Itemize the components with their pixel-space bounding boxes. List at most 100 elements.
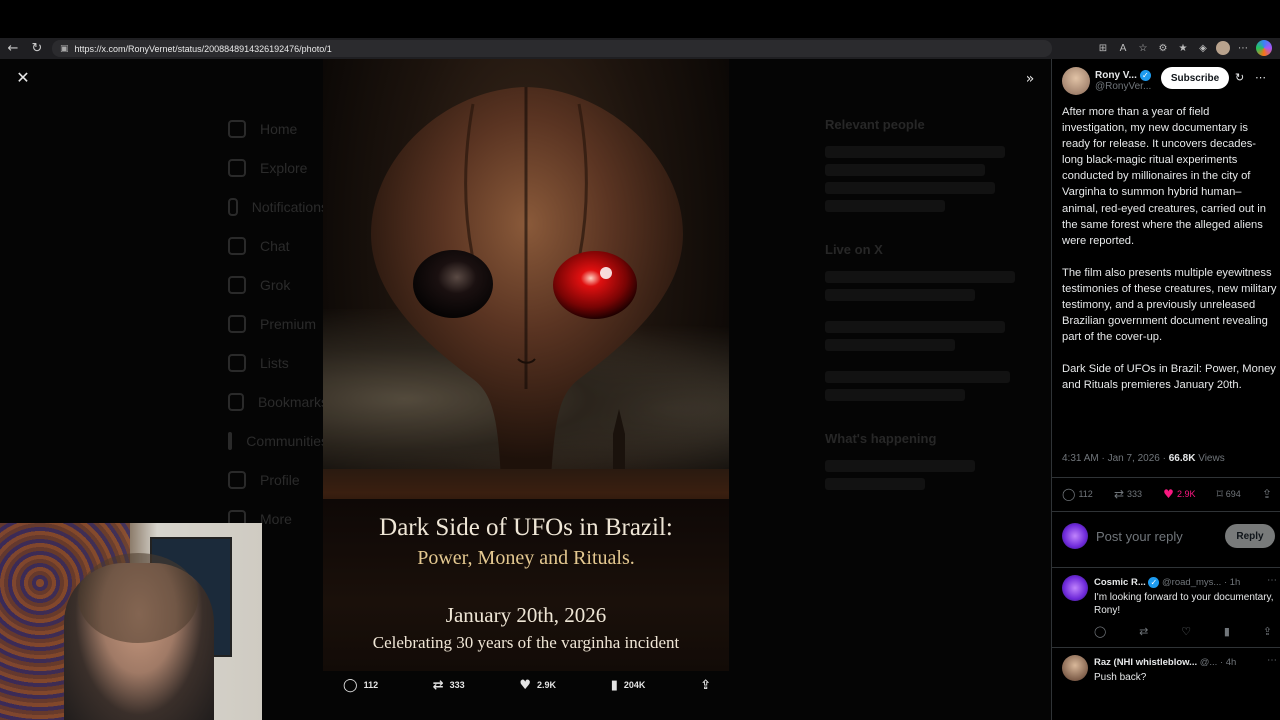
browser-top-black-bar bbox=[0, 0, 1280, 38]
poster-title: Dark Side of UFOs in Brazil: bbox=[379, 514, 673, 541]
ghost-line bbox=[825, 164, 985, 176]
share-button[interactable]: ⇪ bbox=[1262, 487, 1272, 501]
app-available-icon[interactable]: ⊞ bbox=[1096, 39, 1110, 57]
viewer-reply-button[interactable]: ◯ 112 bbox=[343, 678, 378, 693]
post-paragraph: Dark Side of UFOs in Brazil: Power, Mone… bbox=[1062, 363, 1276, 392]
ghost-line bbox=[825, 460, 975, 472]
heart-icon: ♥ bbox=[519, 677, 532, 693]
repost-icon[interactable]: ⇄ bbox=[1139, 625, 1148, 638]
viewer-like-count: 2.9K bbox=[537, 680, 557, 690]
verified-badge-icon: ✓ bbox=[1139, 70, 1151, 81]
divider bbox=[1052, 647, 1280, 648]
poster-image[interactable]: Dark Side of UFOs in Brazil: Power, Mone… bbox=[323, 59, 729, 671]
read-aloud-icon[interactable]: A bbox=[1116, 39, 1130, 57]
site-info-icon[interactable]: ▣ bbox=[60, 44, 69, 54]
post-timestamp[interactable]: 4:31 AM · Jan 7, 2026 · bbox=[1062, 453, 1169, 464]
reply-avatar[interactable] bbox=[1062, 655, 1088, 681]
bar-chart-icon[interactable]: ▮ bbox=[1224, 625, 1230, 638]
favorites-icon[interactable]: ★ bbox=[1176, 39, 1190, 57]
post-stats-bar: ◯ 112 ⇄ 333 ♥ 2.9K ⌑ 694 ⇪ bbox=[1062, 487, 1272, 501]
reply-button[interactable]: ◯ 112 bbox=[1062, 487, 1093, 501]
ghost-nav-item: Grok bbox=[228, 265, 328, 304]
reply-submit-button[interactable]: Reply bbox=[1225, 524, 1275, 548]
dimmed-sidebar-nav: Home Explore Notifications Chat Grok Pre… bbox=[228, 109, 328, 538]
reply-avatar[interactable] bbox=[1062, 575, 1088, 601]
reply-time[interactable]: · 4h bbox=[1217, 657, 1236, 668]
url-field[interactable]: ▣ https://x.com/RonyVernet/status/200884… bbox=[52, 40, 1052, 57]
reply-more-icon[interactable]: ⋯ bbox=[1267, 655, 1277, 666]
ghost-nav-label: Lists bbox=[260, 354, 289, 371]
heart-icon[interactable]: ♡ bbox=[1181, 625, 1191, 638]
url-text: https://x.com/RonyVernet/status/20088489… bbox=[74, 43, 332, 54]
post-meta: 4:31 AM · Jan 7, 2026 · 66.8K Views bbox=[1062, 453, 1225, 464]
subscribe-button[interactable]: Subscribe bbox=[1161, 67, 1229, 89]
copilot-icon[interactable] bbox=[1256, 40, 1272, 56]
ghost-nav-item: Communities bbox=[228, 421, 328, 460]
more-options-icon[interactable]: ⋯ bbox=[1255, 71, 1266, 84]
poster-subtitle: Power, Money and Rituals. bbox=[417, 547, 635, 569]
ghost-line bbox=[825, 389, 965, 401]
reply-header: Cosmic R... ✓ @road_mys... · 1h bbox=[1094, 577, 1274, 588]
bookmark-button[interactable]: ⌑ 694 bbox=[1217, 487, 1241, 501]
grok-explain-icon[interactable]: ↻ bbox=[1235, 71, 1244, 84]
reply-item[interactable]: Cosmic R... ✓ @road_mys... · 1h ⋯ I'm lo… bbox=[1062, 575, 1277, 647]
post-paragraph: After more than a year of field investig… bbox=[1062, 106, 1266, 247]
back-arrow-icon[interactable]: ← bbox=[3, 38, 23, 58]
viewer-share-button[interactable]: ⇪ bbox=[700, 678, 711, 693]
post-views-count: 66.8K bbox=[1168, 453, 1196, 464]
like-button[interactable]: ♥ 2.9K bbox=[1163, 487, 1195, 501]
reply-author-name[interactable]: Cosmic R... bbox=[1094, 577, 1146, 588]
author-block[interactable]: Rony V... ✓ @RonyVer... bbox=[1062, 67, 1151, 95]
reply-composer: Post your reply Reply bbox=[1062, 521, 1277, 551]
reply-input[interactable]: Post your reply bbox=[1096, 529, 1183, 544]
author-handle[interactable]: @RonyVer... bbox=[1095, 81, 1151, 92]
reply-icon[interactable]: ◯ bbox=[1094, 625, 1106, 638]
close-icon[interactable]: ✕ bbox=[14, 69, 32, 87]
reply-author-handle[interactable]: @road_mys... bbox=[1162, 577, 1221, 588]
ghost-line bbox=[825, 146, 1005, 158]
extensions-icon[interactable]: ⚙ bbox=[1156, 39, 1170, 57]
reload-icon[interactable]: ↻ bbox=[27, 38, 47, 58]
author-name[interactable]: Rony V... bbox=[1095, 70, 1137, 81]
bell-icon bbox=[228, 197, 238, 216]
repost-count: 333 bbox=[1127, 489, 1143, 499]
ghost-nav-label: Communities bbox=[246, 432, 328, 449]
reply-time[interactable]: · 1h bbox=[1221, 577, 1240, 588]
chat-icon bbox=[228, 236, 246, 255]
ghost-line bbox=[825, 321, 1005, 333]
reply-item[interactable]: Raz (NHI whistleblow... @... · 4h ⋯ Push… bbox=[1062, 655, 1277, 720]
viewer-like-button[interactable]: ♥ 2.9K bbox=[519, 678, 556, 693]
favorite-star-icon[interactable]: ☆ bbox=[1136, 39, 1150, 57]
divider bbox=[1052, 477, 1280, 478]
communities-icon bbox=[228, 431, 233, 450]
viewer-repost-button[interactable]: ⇄ 333 bbox=[433, 678, 465, 693]
ghost-nav-label: Bookmarks bbox=[257, 393, 328, 410]
browser-address-bar: ← ↻ ▣ https://x.com/RonyVernet/status/20… bbox=[0, 38, 1280, 59]
screen: ← ↻ ▣ https://x.com/RonyVernet/status/20… bbox=[0, 0, 1280, 720]
viewer-action-bar: ◯ 112 ⇄ 333 ♥ 2.9K ▮ 204K ⇪ bbox=[323, 673, 729, 697]
share-icon: ⇪ bbox=[1261, 487, 1272, 501]
author-avatar[interactable] bbox=[1062, 67, 1090, 95]
reply-author-handle[interactable]: @... bbox=[1200, 657, 1218, 668]
ghost-heading: What's happening bbox=[825, 431, 937, 446]
reply-author-name[interactable]: Raz (NHI whistleblow... bbox=[1094, 657, 1197, 668]
more-menu-icon[interactable]: ⋯ bbox=[1236, 39, 1250, 57]
webcam-overlay bbox=[0, 523, 262, 720]
profile-avatar[interactable] bbox=[1216, 41, 1230, 55]
reply-more-icon[interactable]: ⋯ bbox=[1267, 575, 1277, 586]
ghost-nav-item: Explore bbox=[228, 148, 328, 187]
poster-tagline: Celebrating 30 years of the varginha inc… bbox=[372, 633, 680, 652]
reply-count: 112 bbox=[1078, 489, 1093, 499]
post-paragraph: The film also presents multiple eyewitne… bbox=[1062, 266, 1277, 344]
viewer-views-button[interactable]: ▮ 204K bbox=[611, 678, 646, 693]
repost-button[interactable]: ⇄ 333 bbox=[1114, 487, 1142, 501]
ghost-line bbox=[825, 200, 945, 212]
ghost-nav-label: Explore bbox=[260, 159, 308, 176]
share-icon[interactable]: ⇪ bbox=[1263, 625, 1272, 638]
ghost-nav-label: Premium bbox=[260, 315, 317, 332]
collections-icon[interactable]: ◈ bbox=[1196, 39, 1210, 57]
collapse-panel-icon[interactable]: » bbox=[1020, 69, 1040, 89]
poster-date: January 20th, 2026 bbox=[445, 603, 607, 627]
ghost-line bbox=[825, 371, 1010, 383]
ghost-nav-label: Home bbox=[260, 120, 298, 137]
